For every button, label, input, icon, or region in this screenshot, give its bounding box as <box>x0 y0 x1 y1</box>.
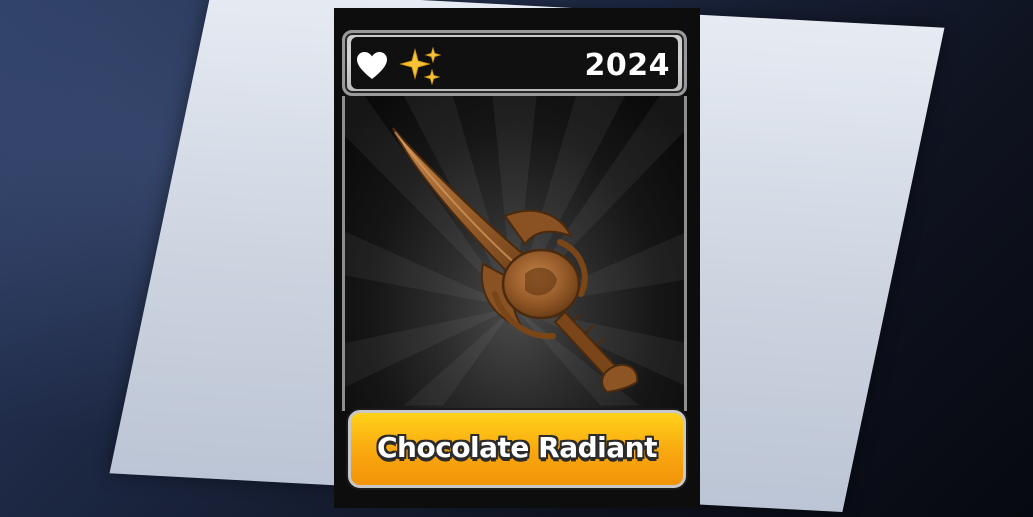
heart-icon <box>357 52 387 79</box>
chocolate-radiant-weapon <box>392 127 639 394</box>
sparkle-icon <box>399 46 442 86</box>
item-name: Chocolate Radiant <box>377 431 657 464</box>
item-card[interactable]: 2024 Chocolate Radiant <box>334 8 700 508</box>
item-art-frame <box>342 96 687 411</box>
item-year: 2024 <box>584 48 670 83</box>
item-name-plate: Chocolate Radiant <box>348 410 686 488</box>
